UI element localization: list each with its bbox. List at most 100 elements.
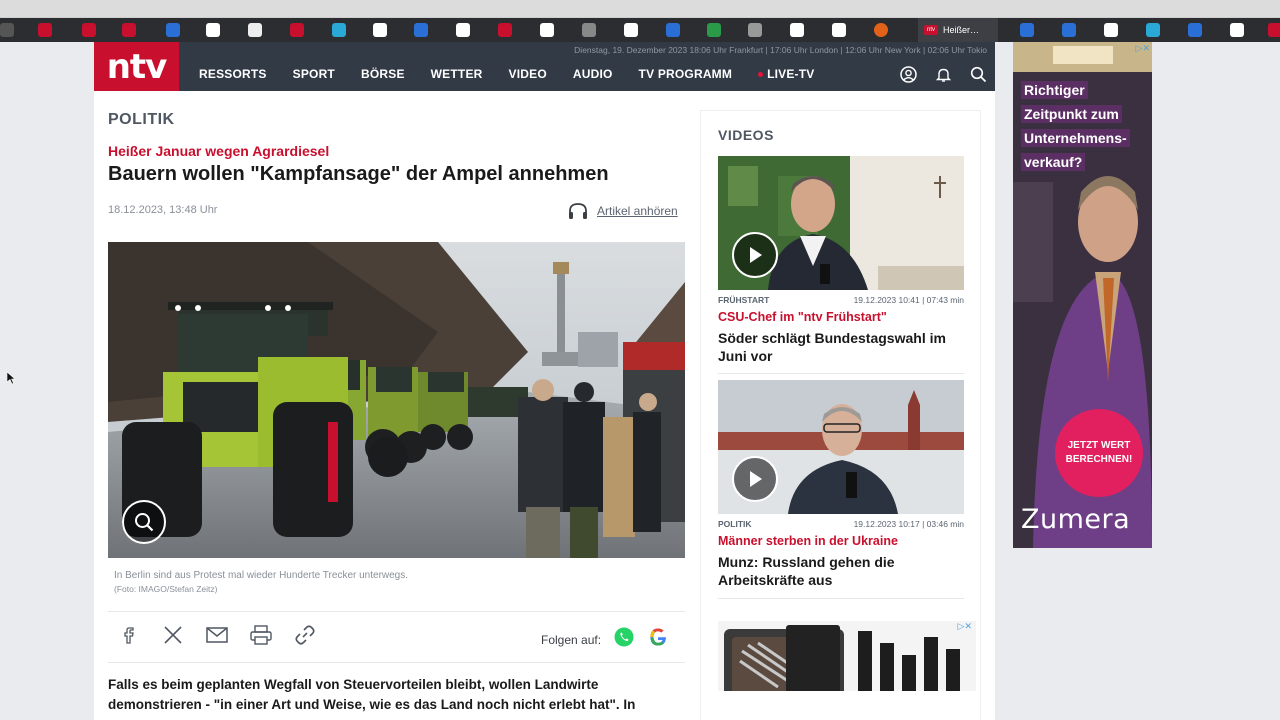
- ad-headline-line: verkauf?: [1021, 153, 1086, 171]
- share-bar: [118, 624, 316, 646]
- bookmarks-bar: [0, 18, 1280, 42]
- ad-headline-line: Unternehmens-: [1021, 129, 1130, 147]
- image-credit: (Foto: IMAGO/Stefan Zeitz): [114, 584, 218, 594]
- zoom-image-button[interactable]: [122, 500, 166, 544]
- bookmark-icon[interactable]: [1188, 23, 1202, 37]
- video-kicker: Männer sterben in der Ukraine: [718, 534, 898, 548]
- print-icon[interactable]: [250, 624, 272, 646]
- video-meta: FRÜHSTART 19.12.2023 10:41 | 07:43 min: [718, 295, 964, 305]
- mail-icon[interactable]: [206, 624, 228, 646]
- videos-sidebar: VIDEOS FRÜHSTART 19.12.2023 10:41 | 07:4…: [700, 110, 981, 720]
- bookmark-icon[interactable]: [82, 23, 96, 37]
- bookmark-icon[interactable]: [1062, 23, 1076, 37]
- link-icon[interactable]: [294, 624, 316, 646]
- bookmark-icon[interactable]: [1146, 23, 1160, 37]
- bookmark-icon[interactable]: [582, 23, 596, 37]
- bookmark-icon[interactable]: [166, 23, 180, 37]
- browser-tab-strip: [0, 0, 1280, 18]
- nav-ressorts[interactable]: RESSORTS: [199, 67, 267, 81]
- play-button[interactable]: [732, 456, 778, 502]
- bookmark-icon[interactable]: [874, 23, 888, 37]
- listen-label: Artikel anhören: [597, 204, 678, 218]
- video-thumbnail-munz[interactable]: [718, 380, 964, 514]
- bookmark-icon[interactable]: [332, 23, 346, 37]
- video-meta: POLITIK 19.12.2023 10:17 | 03:46 min: [718, 519, 964, 529]
- follow-bar: Folgen auf:: [541, 626, 669, 653]
- video-datetime: 19.12.2023 10:17 | 03:46 min: [853, 519, 964, 529]
- nav-tv-programm[interactable]: TV PROGRAMM: [639, 67, 733, 81]
- nav-wetter[interactable]: WETTER: [431, 67, 483, 81]
- bookmark-icon[interactable]: [666, 23, 680, 37]
- nav-sport[interactable]: SPORT: [293, 67, 335, 81]
- header-icons: [900, 66, 987, 83]
- video-category: FRÜHSTART: [718, 295, 770, 305]
- bookmark-icon[interactable]: [832, 23, 846, 37]
- site-header: ntv Dienstag, 19. Dezember 2023 18:06 Uh…: [94, 42, 995, 91]
- x-icon[interactable]: [162, 624, 184, 646]
- videos-title[interactable]: VIDEOS: [718, 127, 774, 143]
- bookmark-icon[interactable]: [38, 23, 52, 37]
- nav-audio[interactable]: AUDIO: [573, 67, 613, 81]
- ad-choices-icon[interactable]: ▷✕: [1136, 43, 1150, 54]
- bookmark-icon[interactable]: [206, 23, 220, 37]
- ad-brand-logo: Zumera: [1021, 504, 1131, 535]
- bookmark-icon[interactable]: [290, 23, 304, 37]
- bookmark-icon[interactable]: [498, 23, 512, 37]
- article-kicker: Heißer Januar wegen Agrardiesel: [108, 143, 330, 159]
- active-tab-label: Heißer…: [943, 25, 980, 35]
- divider: [108, 611, 685, 612]
- active-browser-tab[interactable]: ntv Heißer…: [918, 18, 998, 42]
- bookmark-icon[interactable]: [414, 23, 428, 37]
- bookmark-icon[interactable]: [1268, 23, 1280, 37]
- bookmark-icon[interactable]: [790, 23, 804, 37]
- video-kicker: CSU-Chef im "ntv Frühstart": [718, 310, 887, 324]
- image-caption: In Berlin sind aus Protest mal wieder Hu…: [114, 570, 409, 581]
- divider: [108, 662, 685, 663]
- divider: [718, 373, 964, 374]
- bookmark-icon[interactable]: [1230, 23, 1244, 37]
- publish-date: 18.12.2023, 13:48 Uhr: [108, 204, 218, 216]
- ressort-label[interactable]: POLITIK: [108, 111, 175, 129]
- article-headline: Bauern wollen "Kampfansage" der Ampel an…: [108, 163, 609, 185]
- video-title[interactable]: Munz: Russland gehen die Arbeitskräfte a…: [718, 553, 968, 589]
- bookmark-icon[interactable]: [248, 23, 262, 37]
- play-icon: [750, 471, 762, 487]
- mouse-cursor-icon: [7, 372, 15, 384]
- bookmark-icon[interactable]: [1020, 23, 1034, 37]
- hero-image-tractors[interactable]: [108, 242, 685, 558]
- ad-headline-line: Zeitpunkt zum: [1021, 105, 1122, 123]
- bookmark-icon[interactable]: [373, 23, 387, 37]
- ntv-logo[interactable]: ntv: [94, 42, 179, 91]
- nav-video[interactable]: VIDEO: [509, 67, 547, 81]
- video-thumbnail-soeder[interactable]: [718, 156, 964, 290]
- nav-live-tv[interactable]: LIVE-TV: [758, 67, 814, 81]
- whatsapp-icon[interactable]: [613, 626, 635, 653]
- product-ad[interactable]: ▷✕: [718, 621, 976, 691]
- listen-article-button[interactable]: Artikel anhören: [567, 201, 678, 221]
- bookmark-icon[interactable]: [1104, 23, 1118, 37]
- google-icon[interactable]: [647, 626, 669, 653]
- ntv-favicon-icon: ntv: [924, 25, 938, 35]
- bookmark-icon[interactable]: [624, 23, 638, 37]
- display-ad-zumera[interactable]: ▷✕ Richtiger Zeitpunkt zum Unternehmens-…: [1013, 42, 1152, 548]
- ad-choices-icon[interactable]: ▷✕: [958, 621, 972, 632]
- nav-boerse[interactable]: BÖRSE: [361, 67, 405, 81]
- play-button[interactable]: [732, 232, 778, 278]
- dateline: Dienstag, 19. Dezember 2023 18:06 Uhr Fr…: [574, 45, 987, 55]
- ntv-page: ntv Dienstag, 19. Dezember 2023 18:06 Uh…: [94, 42, 995, 720]
- bell-icon[interactable]: [935, 66, 952, 83]
- user-icon[interactable]: [900, 66, 917, 83]
- bookmark-icon[interactable]: [456, 23, 470, 37]
- ad-cta-button[interactable]: JETZT WERT BERECHNEN!: [1055, 409, 1143, 497]
- facebook-icon[interactable]: [118, 624, 140, 646]
- follow-label: Folgen auf:: [541, 632, 602, 647]
- search-icon[interactable]: [970, 66, 987, 83]
- bookmark-icon[interactable]: [122, 23, 136, 37]
- bookmark-icon[interactable]: [540, 23, 554, 37]
- bookmark-icon[interactable]: [0, 23, 14, 37]
- video-title[interactable]: Söder schlägt Bundestagswahl im Juni vor: [718, 329, 968, 365]
- play-icon: [750, 247, 762, 263]
- bookmark-icon[interactable]: [707, 23, 721, 37]
- bookmark-icon[interactable]: [748, 23, 762, 37]
- ad-headline-line: Richtiger: [1021, 81, 1088, 99]
